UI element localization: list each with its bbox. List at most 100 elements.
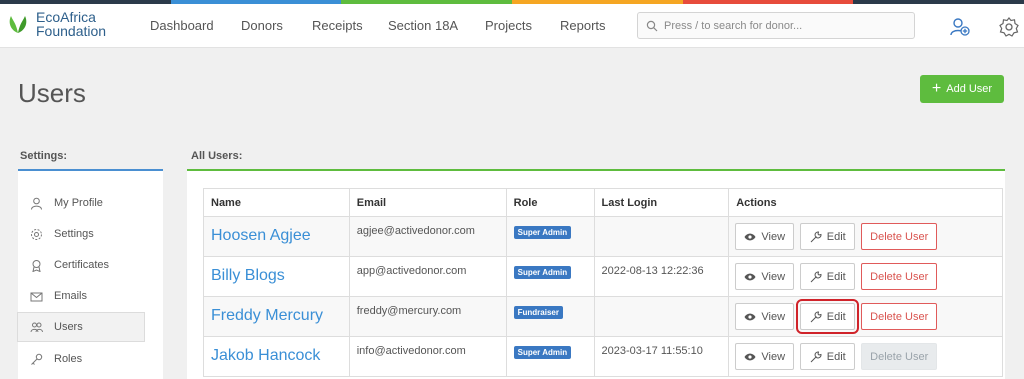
edit-button[interactable]: Edit [800, 263, 856, 290]
user-email: app@activedonor.com [348, 256, 507, 297]
column-header-actions: Actions [728, 188, 1003, 217]
plus-icon: + [931, 80, 942, 97]
view-button[interactable]: View [735, 303, 795, 330]
table-row: Hoosen Agjee agjee@activedonor.com Super… [203, 216, 1003, 257]
view-label: View [761, 270, 786, 283]
wrench-icon [810, 230, 822, 242]
search-input[interactable] [664, 19, 904, 32]
edit-button-highlighted[interactable]: Edit [796, 299, 860, 334]
donor-search-box[interactable] [637, 12, 915, 39]
role-badge: Fundraiser [513, 306, 563, 319]
user-email: info@activedonor.com [348, 336, 507, 377]
nav-dashboard[interactable]: Dashboard [150, 18, 214, 33]
role-badge: Super Admin [513, 226, 572, 239]
add-user-button[interactable]: + Add User [920, 75, 1004, 103]
sidebar-item-roles[interactable]: Roles [18, 344, 146, 374]
nav-projects[interactable]: Projects [485, 18, 532, 33]
brand-name: EcoAfrica Foundation [36, 10, 106, 38]
settings-heading: Settings: [20, 150, 68, 162]
brand-name-line1: EcoAfrica [36, 9, 96, 25]
nav-reports[interactable]: Reports [560, 18, 606, 33]
eye-icon [744, 233, 756, 240]
sidebar-item-label: Users [54, 321, 83, 333]
edit-label: Edit [826, 230, 846, 243]
sidebar-item-label: My Profile [54, 197, 103, 209]
wrench-icon [810, 270, 822, 282]
user-role-cell: Super Admin [505, 336, 595, 377]
user-name-link[interactable]: Freddy Mercury [203, 296, 350, 337]
column-header-role: Role [505, 188, 595, 217]
user-name-link[interactable]: Billy Blogs [203, 256, 350, 297]
column-header-email: Email [348, 188, 507, 217]
wrench-icon [810, 350, 822, 362]
user-email: agjee@activedonor.com [348, 216, 507, 257]
edit-label: Edit [826, 270, 846, 283]
user-add-icon[interactable] [949, 16, 971, 38]
user-role-cell: Fundraiser [505, 296, 595, 337]
user-icon [31, 197, 42, 210]
sidebar-item-emails[interactable]: Emails [18, 281, 146, 311]
all-users-heading: All Users: [191, 150, 243, 162]
users-icon [30, 322, 43, 332]
brand-logo[interactable]: EcoAfrica Foundation [6, 10, 106, 38]
certificate-icon [32, 259, 41, 272]
role-badge: Super Admin [513, 346, 572, 359]
edit-label: Edit [826, 350, 846, 363]
view-label: View [761, 230, 786, 243]
sidebar-item-settings[interactable]: Settings [18, 219, 146, 249]
delete-user-button[interactable]: Delete User [861, 303, 938, 330]
table-header-row: Name Email Role Last Login Actions [203, 188, 1003, 217]
column-header-name: Name [203, 188, 350, 217]
envelope-icon [30, 292, 43, 301]
user-role-cell: Super Admin [505, 216, 595, 257]
user-actions-cell: View Edit Delete User [728, 336, 1003, 377]
leaf-logo-icon [9, 16, 27, 33]
wrench-icon [810, 310, 822, 322]
user-name-link[interactable]: Hoosen Agjee [203, 216, 350, 257]
sidebar-item-label: Certificates [54, 259, 110, 271]
nav-section-18a[interactable]: Section 18A [388, 18, 458, 33]
sidebar-item-label: Roles [54, 353, 83, 365]
eye-icon [744, 353, 756, 360]
delete-user-button-disabled: Delete User [861, 343, 938, 370]
edit-label: Edit [826, 310, 846, 323]
users-table: Name Email Role Last Login Actions Hoose… [203, 188, 1003, 377]
eye-icon [744, 273, 756, 280]
view-button[interactable]: View [735, 223, 795, 250]
user-last-login: 2022-08-13 12:22:36 [593, 256, 730, 297]
search-icon [646, 20, 658, 31]
delete-user-button[interactable]: Delete User [861, 263, 938, 290]
view-button[interactable]: View [735, 343, 795, 370]
top-navbar: EcoAfrica Foundation Dashboard Donors Re… [0, 4, 1024, 48]
view-label: View [761, 350, 786, 363]
user-actions-cell: View Edit Delete User [728, 296, 1003, 337]
sidebar-item-users[interactable]: Users [17, 312, 145, 342]
eye-icon [744, 313, 756, 320]
sidebar-item-certificates[interactable]: Certificates [18, 250, 146, 280]
table-row: Freddy Mercury freddy@mercury.com Fundra… [203, 296, 1003, 337]
edit-button[interactable]: Edit [800, 343, 856, 370]
sidebar-item-my-profile[interactable]: My Profile [18, 188, 146, 218]
table-row: Billy Blogs app@activedonor.com Super Ad… [203, 256, 1003, 297]
edit-button[interactable]: Edit [800, 223, 856, 250]
sidebar-item-label: Emails [54, 290, 88, 302]
user-name-link[interactable]: Jakob Hancock [203, 336, 350, 377]
view-button[interactable]: View [735, 263, 795, 290]
user-actions-cell: View Edit Delete User [728, 216, 1003, 257]
delete-user-button[interactable]: Delete User [861, 223, 938, 250]
gear-icon [31, 228, 42, 240]
add-user-label: Add User [946, 83, 993, 95]
nav-receipts[interactable]: Receipts [312, 18, 363, 33]
user-actions-cell: View Edit Delete User [728, 256, 1003, 297]
nav-donors[interactable]: Donors [241, 18, 283, 33]
role-badge: Super Admin [513, 266, 572, 279]
brand-name-line2: Foundation [36, 23, 107, 39]
key-icon [31, 353, 43, 365]
view-label: View [761, 310, 786, 323]
user-last-login [593, 216, 730, 257]
page-title: Users [18, 78, 86, 108]
table-row: Jakob Hancock info@activedonor.com Super… [203, 336, 1003, 377]
user-role-cell: Super Admin [505, 256, 595, 297]
sidebar-item-label: Settings [54, 228, 94, 240]
gear-icon[interactable] [998, 16, 1020, 38]
